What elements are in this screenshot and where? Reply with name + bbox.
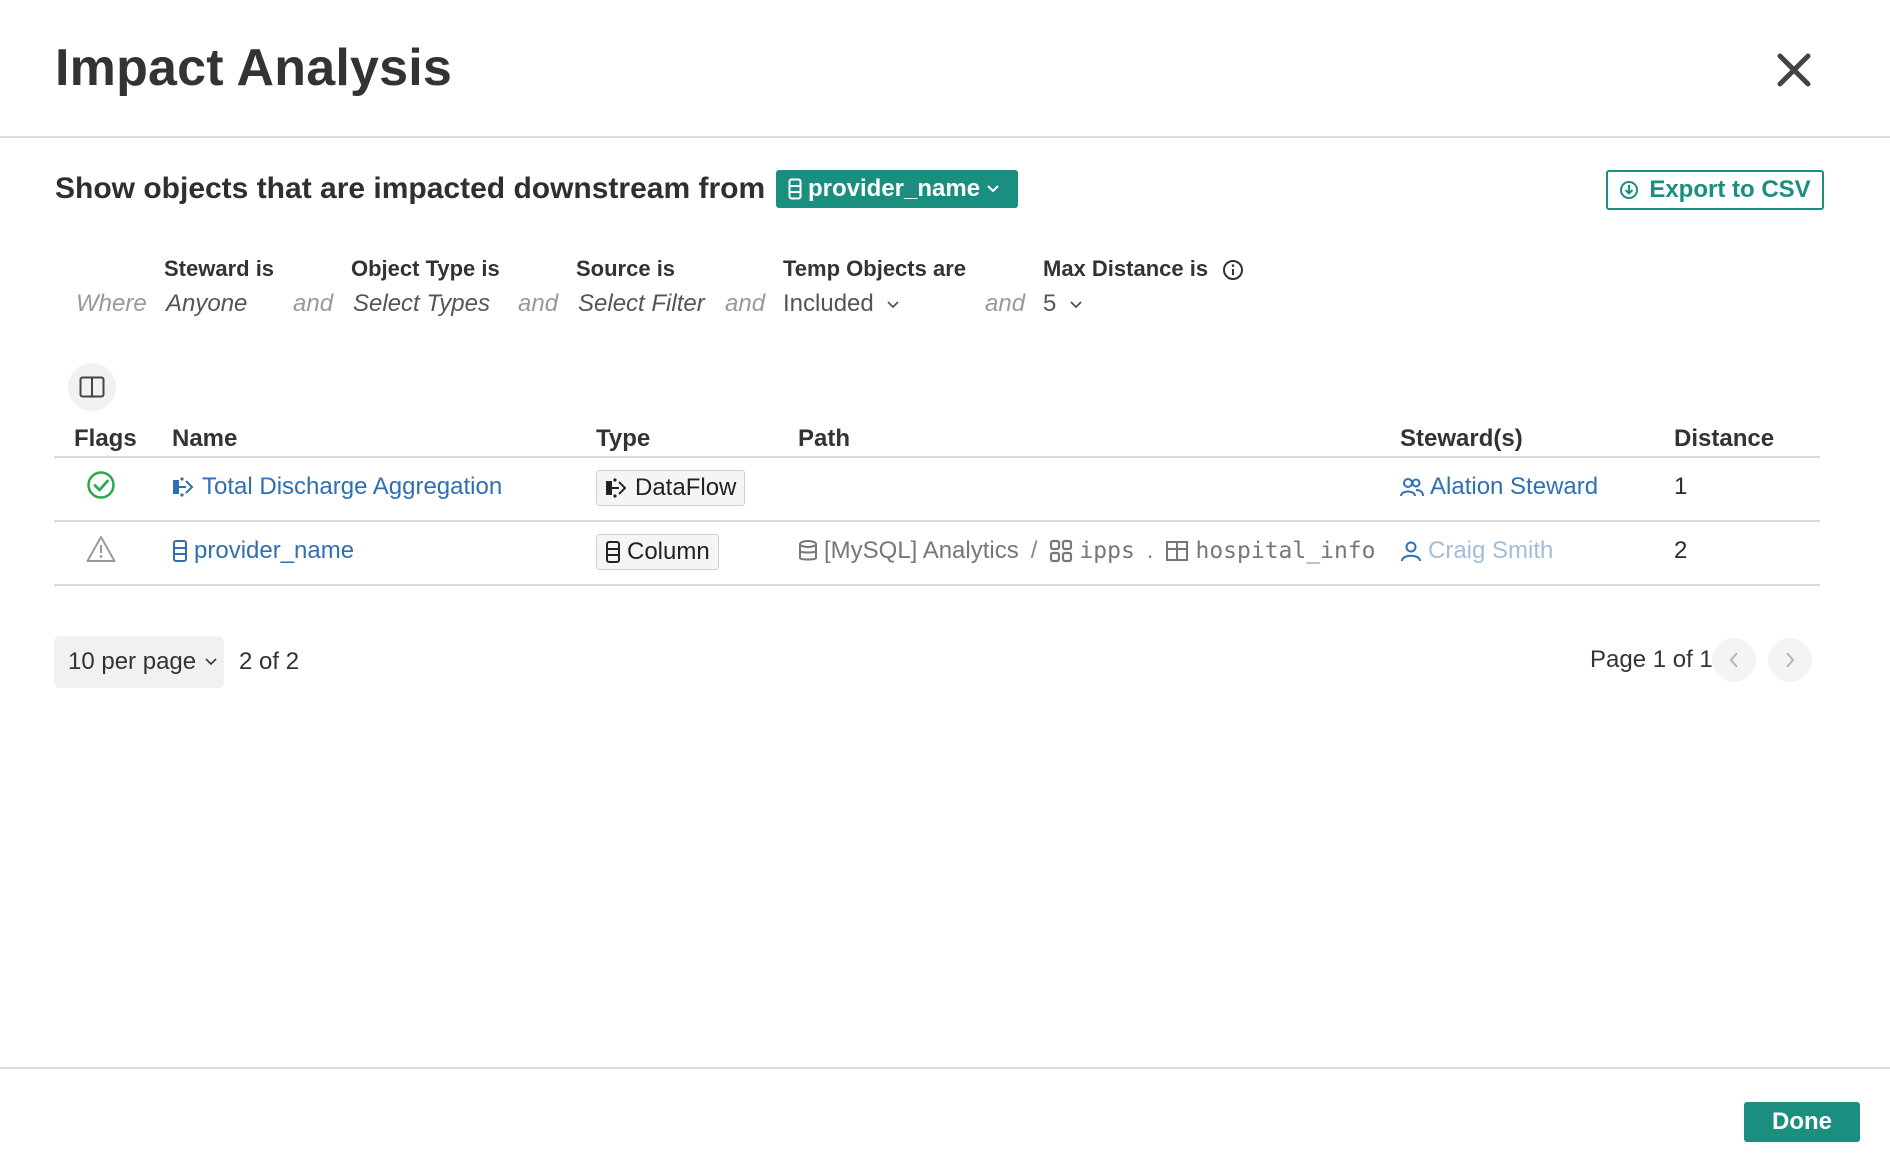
result-count: 2 of 2 xyxy=(239,648,300,675)
database-icon xyxy=(799,540,817,561)
chevron-left-icon xyxy=(1729,652,1738,668)
dataflow-icon xyxy=(606,478,627,498)
row-name-text: provider_name xyxy=(194,537,355,564)
col-header-distance[interactable]: Distance xyxy=(1674,425,1774,453)
chevron-down-icon xyxy=(205,658,217,666)
dataflow-icon xyxy=(173,477,194,497)
steward-name: Craig Smith xyxy=(1428,537,1554,564)
group-users-icon xyxy=(1400,478,1424,497)
filter-and: and xyxy=(985,290,1026,317)
chevron-right-icon xyxy=(1786,652,1795,668)
info-icon[interactable] xyxy=(1222,259,1244,281)
col-header-flags[interactable]: Flags xyxy=(74,425,137,453)
path-separator: / xyxy=(1030,537,1038,564)
steward-filter-label: Steward is xyxy=(164,256,275,281)
path-datasource[interactable]: [MySQL] Analytics xyxy=(824,537,1019,565)
row-name-text: Total Discharge Aggregation xyxy=(202,473,503,500)
prev-page-button[interactable] xyxy=(1712,638,1756,682)
footer-divider xyxy=(0,1067,1890,1069)
col-header-type[interactable]: Type xyxy=(596,425,650,453)
column-layout-toggle-icon[interactable] xyxy=(68,363,116,411)
download-circle-icon xyxy=(1620,181,1639,199)
chevron-down-icon xyxy=(1070,301,1082,308)
col-header-name[interactable]: Name xyxy=(172,425,237,453)
done-button[interactable]: Done xyxy=(1744,1102,1860,1142)
schema-grid-icon xyxy=(1050,539,1073,563)
steward-link[interactable]: Alation Steward xyxy=(1400,473,1598,501)
col-header-stewards[interactable]: Steward(s) xyxy=(1400,425,1523,453)
user-icon xyxy=(1401,541,1421,562)
type-badge-text: Column xyxy=(627,538,710,565)
steward-name: Alation Steward xyxy=(1430,473,1599,500)
object-type-filter-label: Object Type is xyxy=(351,256,500,281)
chevron-down-icon xyxy=(987,185,999,193)
row-divider xyxy=(54,520,1820,522)
endorsed-check-icon xyxy=(86,470,116,507)
steward-filter-value[interactable]: Anyone xyxy=(166,290,247,318)
filter-and: and xyxy=(725,290,766,317)
temp-objects-filter-label: Temp Objects are xyxy=(783,256,966,281)
type-badge: DataFlow xyxy=(596,470,746,506)
max-distance-dropdown[interactable]: 5 xyxy=(1043,290,1083,318)
type-badge: Column xyxy=(596,534,719,570)
table-icon xyxy=(1166,541,1189,561)
table-header-divider xyxy=(54,456,1820,458)
row-divider xyxy=(54,584,1820,586)
filter-where-label: Where xyxy=(76,290,147,317)
warning-triangle-icon xyxy=(86,535,116,570)
dialog-title: Impact Analysis xyxy=(55,39,453,97)
export-csv-label: Export to CSV xyxy=(1649,176,1811,203)
row-name-link[interactable]: provider_name xyxy=(172,537,354,565)
source-filter-label: Source is xyxy=(576,256,676,281)
source-object-dropdown[interactable]: provider_name xyxy=(776,170,1019,208)
temp-objects-value: Included xyxy=(783,290,874,317)
close-icon[interactable] xyxy=(1772,48,1816,92)
next-page-button[interactable] xyxy=(1768,638,1812,682)
dialog-header: Impact Analysis xyxy=(0,0,1890,138)
path-separator: . xyxy=(1146,537,1154,564)
row-name-link[interactable]: Total Discharge Aggregation xyxy=(172,473,502,501)
distance-value: 1 xyxy=(1674,473,1688,500)
col-header-path[interactable]: Path xyxy=(798,425,850,453)
max-distance-value: 5 xyxy=(1043,290,1057,317)
object-type-filter-value[interactable]: Select Types xyxy=(353,290,490,318)
column-icon xyxy=(606,541,620,563)
filter-and: and xyxy=(518,290,559,317)
path-schema[interactable]: ipps xyxy=(1079,538,1134,564)
per-page-value: 10 per page xyxy=(68,648,197,675)
distance-value: 2 xyxy=(1674,537,1688,564)
max-distance-filter-label: Max Distance is xyxy=(1043,256,1244,282)
export-csv-button[interactable]: Export to CSV xyxy=(1606,170,1824,210)
column-icon xyxy=(173,540,187,562)
type-badge-text: DataFlow xyxy=(635,474,737,501)
source-filter-value[interactable]: Select Filter xyxy=(578,290,705,318)
path-table[interactable]: hospital_info xyxy=(1195,538,1375,564)
filter-and: and xyxy=(293,290,334,317)
page-info: Page 1 of 1 xyxy=(1590,646,1713,673)
source-object-name: provider_name xyxy=(808,175,981,202)
temp-objects-dropdown[interactable]: Included xyxy=(783,290,900,318)
column-icon xyxy=(788,178,802,200)
max-distance-label-text: Max Distance is xyxy=(1043,256,1209,281)
chevron-down-icon xyxy=(887,301,900,308)
impact-subheading: Show objects that are impacted downstrea… xyxy=(55,172,766,205)
object-path: [MySQL] Analytics / ipps . hospital_info xyxy=(798,537,1375,565)
per-page-select[interactable]: 10 per page xyxy=(54,636,224,688)
steward-link[interactable]: Craig Smith xyxy=(1400,537,1553,565)
